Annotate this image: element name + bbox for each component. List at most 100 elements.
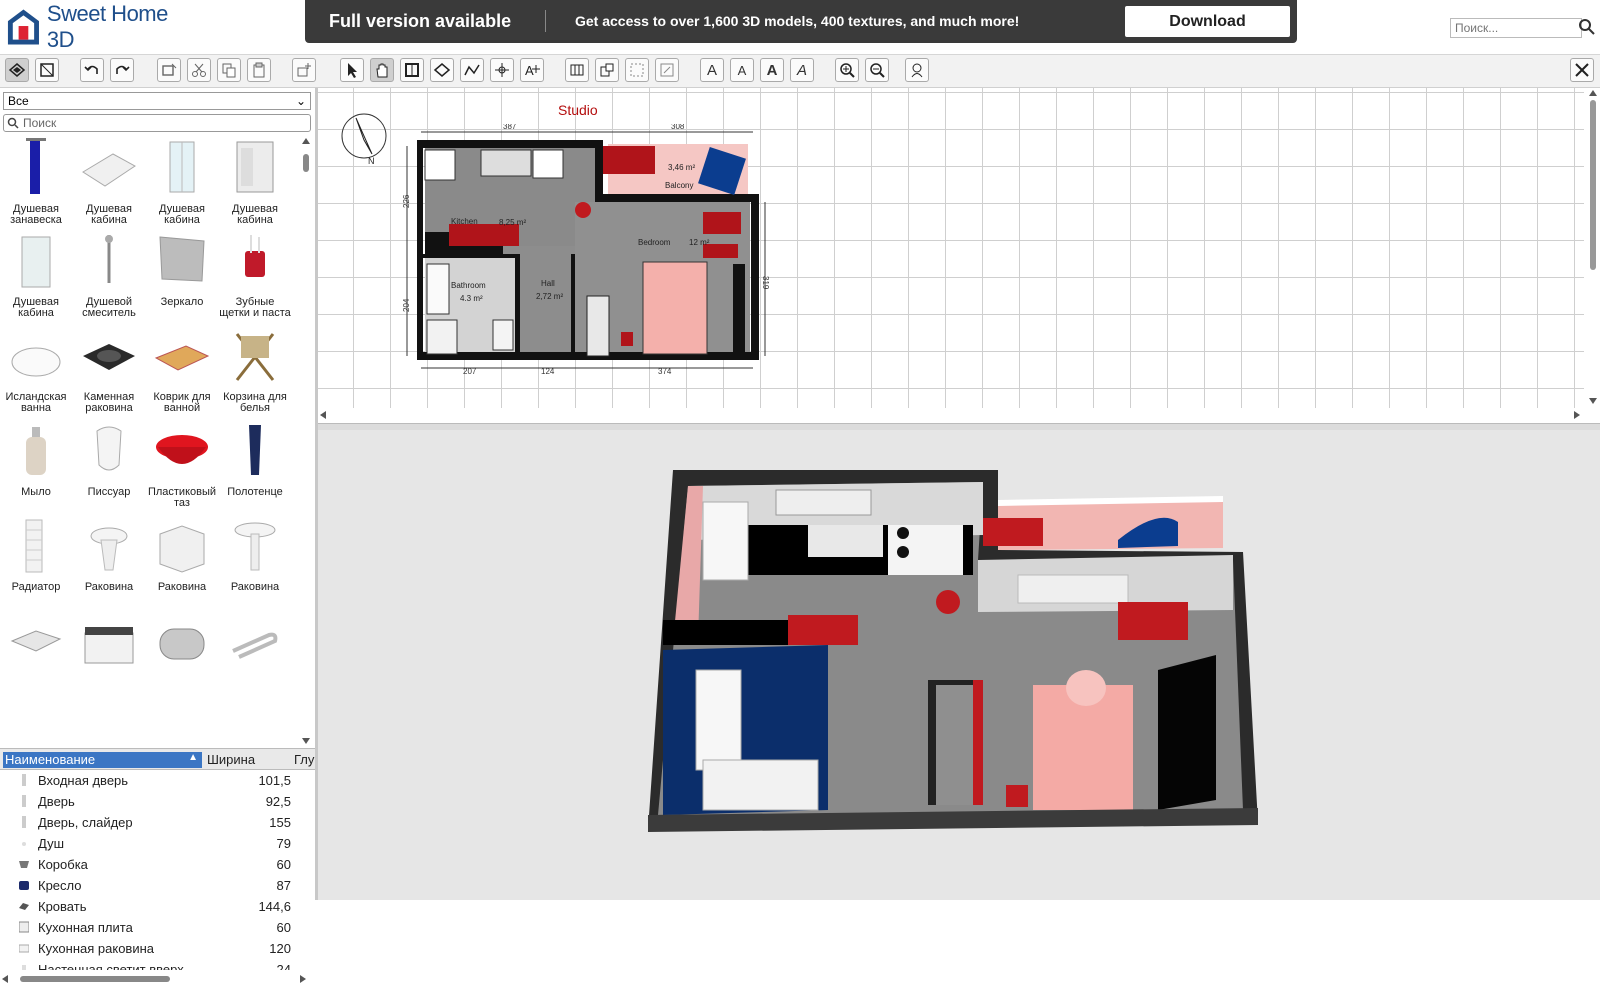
create-rooms-icon[interactable] [430,58,454,82]
text-increase-icon[interactable]: A [700,58,724,82]
wall-sink-icon [10,630,62,652]
create-labels-icon[interactable]: A [520,58,544,82]
floor-plan[interactable]: Kitchen 8,25 m² Balcony 3,46 m² Bedroom … [403,124,783,374]
catalog-item[interactable]: Радиатор [0,516,72,608]
group-icon[interactable] [595,58,619,82]
catalog-item[interactable]: Душевая кабина [73,138,145,230]
catalog-item[interactable]: Коврик для ванной [146,326,218,418]
catalog-item[interactable]: Исландская ванна [0,326,72,418]
site-search-input[interactable] [1450,18,1582,38]
compass-icon[interactable]: N [338,110,390,166]
catalog-item-label: Писсуар [87,486,131,498]
search-icon[interactable] [1578,18,1596,36]
catalog-item[interactable]: Зубные щетки и паста [219,231,291,323]
plan-view-icon[interactable] [5,58,29,82]
catalog-item-label: Коврик для ванной [153,391,211,414]
copy-icon[interactable] [217,58,241,82]
create-dimensions-icon[interactable] [490,58,514,82]
3d-view-icon[interactable] [35,58,59,82]
room-name-bedroom: Bedroom [638,238,671,247]
catalog-item[interactable]: Душевая кабина [0,231,72,323]
plan-label-studio[interactable]: Studio [558,102,598,118]
bold-icon[interactable]: A [760,58,784,82]
ungroup-icon[interactable] [625,58,649,82]
catalog-item[interactable]: Раковина [219,516,291,608]
catalog-item[interactable]: Пластиковый таз [146,421,218,513]
preferences-icon[interactable] [1570,58,1594,82]
catalog-item[interactable]: Раковина [73,516,145,608]
dim-left-2: 204 [403,298,411,312]
catalog-item[interactable]: Зеркало [146,231,218,323]
catalog-item[interactable] [73,611,145,703]
zoom-out-icon[interactable] [865,58,889,82]
catalog-item[interactable] [146,611,218,703]
row-name: Кресло [38,878,82,893]
plan-vertical-scrollbar[interactable] [1586,88,1600,408]
virtual-visit-icon[interactable] [905,58,929,82]
table-row[interactable]: Кухонная плита 60 [0,917,315,938]
table-horizontal-scrollbar[interactable] [0,972,310,986]
catalog-item[interactable]: Раковина [146,516,218,608]
table-row[interactable]: Душ 79 [0,833,315,854]
catalog-item[interactable]: Душевая кабина [219,138,291,230]
table-row[interactable]: Коробка 60 [0,854,315,875]
catalog-item[interactable]: Душевой смеситель [73,231,145,323]
radiator-icon [25,519,43,573]
redo-icon[interactable] [110,58,134,82]
download-button[interactable]: Download [1125,6,1290,37]
text-decrease-icon[interactable]: A [730,58,754,82]
catalog-item[interactable]: Мыло [0,421,72,513]
app-logo[interactable]: Sweet Home 3D [6,1,196,52]
import-furniture-icon[interactable] [292,58,316,82]
catalog-item[interactable]: Полотенце [219,421,291,513]
category-select[interactable]: Все ⌄ [3,92,311,110]
room-area-bathroom: 4.3 m² [460,294,483,303]
column-header-width[interactable]: Ширина [207,752,255,767]
table-row[interactable]: Настенная светит вверх 24 [0,959,315,970]
app-header: Sweet Home 3D Full version available Get… [0,0,1600,55]
sort-arrow-icon: ▲ [188,752,198,763]
table-row[interactable]: Кровать 144,6 [0,896,315,917]
catalog-item[interactable]: Душевая занавеска [0,138,72,230]
add-furniture-icon[interactable] [157,58,181,82]
cut-icon[interactable] [187,58,211,82]
column-header-name[interactable]: Наименование ▲ [3,752,202,768]
plan-horizontal-scrollbar[interactable] [318,408,1584,422]
category-select-value: Все [8,94,29,108]
row-width: 79 [276,836,291,851]
toilet-roll-icon [159,628,205,660]
plan-view[interactable]: N Studio Kitchen 8,25 m² Balcony 3,46 m²… [318,88,1600,423]
italic-icon[interactable]: A [790,58,814,82]
create-polylines-icon[interactable] [460,58,484,82]
table-row[interactable]: Кресло 87 [0,875,315,896]
catalog-item[interactable] [219,611,291,703]
zoom-in-icon[interactable] [835,58,859,82]
catalog-item[interactable]: Корзина для белья [219,326,291,418]
flip-icon[interactable] [655,58,679,82]
undo-icon[interactable] [80,58,104,82]
catalog-search-input[interactable]: Поиск [3,114,311,132]
table-row[interactable]: Дверь 92,5 [0,791,315,812]
kitchen-sink-icon [19,944,29,953]
stone-sink-icon [83,344,135,370]
catalog-scrollbar[interactable] [300,138,312,744]
3d-view[interactable] [318,430,1600,900]
table-row[interactable]: Кухонная раковина 120 [0,938,315,959]
catalog-item[interactable] [0,611,72,703]
promo-title: Full version available [329,11,512,31]
soap-icon [26,427,46,475]
catalog-item[interactable]: Писсуар [73,421,145,513]
table-row[interactable]: Входная дверь 101,5 [0,770,315,791]
catalog-item-label: Душевая кабина [232,203,278,226]
catalog-item[interactable]: Каменная раковина [73,326,145,418]
sweet-home-logo-icon [7,9,39,45]
table-row[interactable]: Дверь, слайдер 155 [0,812,315,833]
column-header-depth[interactable]: Глу [294,752,314,767]
pan-icon[interactable] [370,58,394,82]
catalog-item[interactable]: Душевая кабина [146,138,218,230]
text-decrease-label: A [737,62,747,78]
create-walls-icon[interactable] [400,58,424,82]
select-icon[interactable] [340,58,364,82]
modify-walls-icon[interactable] [565,58,589,82]
paste-icon[interactable] [247,58,271,82]
